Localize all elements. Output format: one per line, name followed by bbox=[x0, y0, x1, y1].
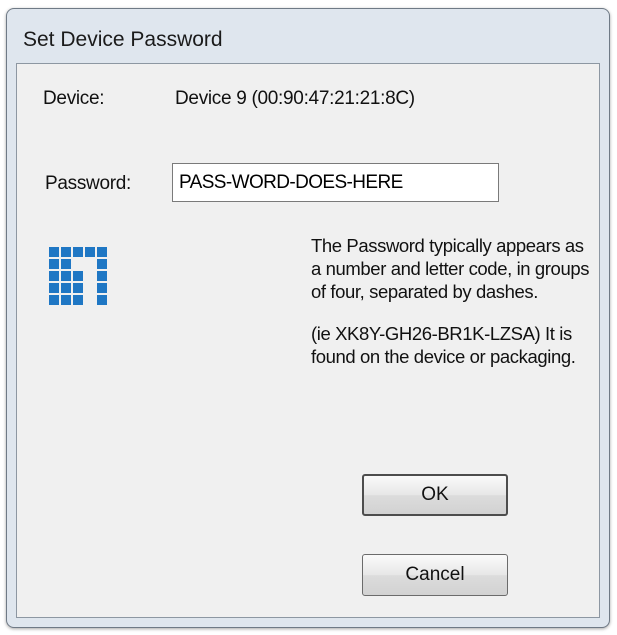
title-bar[interactable]: Set Device Password bbox=[7, 9, 609, 61]
help-paragraph-example: (ie XK8Y-GH26-BR1K-LZSA) It is found on … bbox=[311, 323, 576, 367]
password-help-text: The Password typically appears as a numb… bbox=[311, 234, 596, 368]
dialog-window: Set Device Password Device: Device 9 (00… bbox=[6, 8, 610, 628]
device-value: Device 9 (00:90:47:21:21:8C) bbox=[175, 88, 415, 109]
device-label: Device: bbox=[43, 88, 105, 109]
cancel-button[interactable]: Cancel bbox=[362, 554, 508, 596]
levelone-logo-icon bbox=[49, 247, 107, 305]
ok-button[interactable]: OK bbox=[362, 474, 508, 516]
help-paragraph-format: The Password typically appears as a numb… bbox=[311, 235, 590, 302]
password-label: Password: bbox=[45, 173, 132, 194]
dialog-content: Device: Device 9 (00:90:47:21:21:8C) Pas… bbox=[16, 63, 600, 618]
dialog-title: Set Device Password bbox=[23, 28, 223, 51]
password-input[interactable] bbox=[172, 163, 499, 202]
